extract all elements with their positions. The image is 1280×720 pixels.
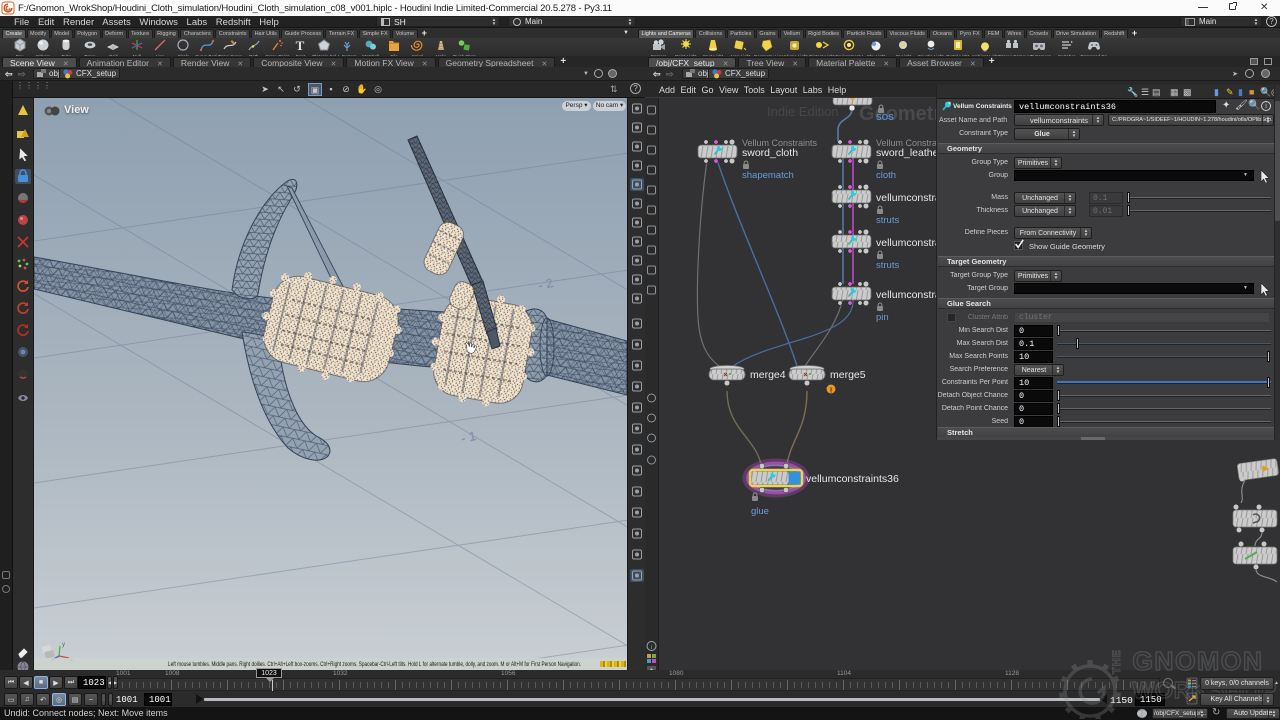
svg-text:vellumconstraints36: vellumconstraints36 [806, 473, 899, 485]
svg-text:merge4: merge4 [750, 369, 786, 381]
svg-text:shapematch: shapematch [742, 170, 794, 181]
svg-text:sword_cloth: sword_cloth [742, 147, 798, 159]
svg-text:struts: struts [876, 215, 899, 226]
svg-text:pin: pin [876, 312, 889, 323]
svg-text:- 1: - 1 [460, 428, 478, 446]
svg-text:!: ! [830, 388, 832, 395]
svg-text:struts: struts [876, 260, 899, 271]
svg-text:merge5: merge5 [830, 369, 866, 381]
svg-text:cloth: cloth [876, 170, 896, 181]
svg-text:Indie Edition: Indie Edition [767, 104, 839, 119]
svg-text:glue: glue [751, 506, 769, 517]
svg-text:T: T [296, 38, 305, 52]
svg-text:y: y [62, 642, 65, 648]
svg-text:- 2: - 2 [537, 275, 555, 293]
svg-text:SOS: SOS [876, 112, 894, 122]
svg-text:i: i [651, 645, 652, 651]
